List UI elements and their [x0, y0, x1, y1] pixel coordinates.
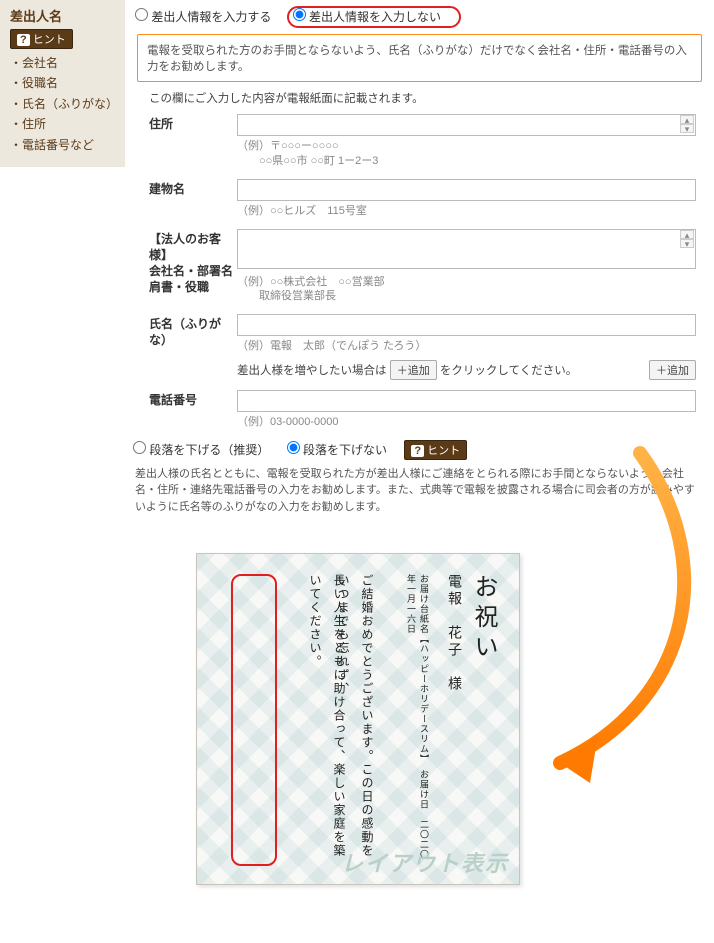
sender-area-highlight [231, 574, 277, 866]
question-icon: ? [17, 34, 30, 46]
add-instruction: 差出人様を増やしたい場合は ＋追加 をクリックしてください。 [237, 360, 577, 380]
sidebar-item: ・電話番号など [10, 135, 117, 155]
name-input[interactable] [237, 314, 696, 336]
sidebar-item: ・会社名 [10, 53, 117, 73]
example-text: （例）○○株式会社 ○○営業部 取締役営業部長 [237, 275, 696, 305]
preview-recipient: 電報 花子 様 [443, 574, 463, 864]
hint-button-sidebar[interactable]: ?ヒント [10, 29, 73, 49]
example-text: （例）電報 太郎（でんぽう たろう） [237, 339, 696, 354]
radio-sender-noinput[interactable]: 差出人情報を入力しない [293, 10, 441, 24]
sidebar-list: ・会社名 ・役職名 ・氏名（ふりがな） ・住所 ・電話番号など [10, 53, 117, 155]
label-building: 建物名 [135, 179, 237, 197]
radio-input[interactable] [133, 441, 146, 454]
add-button-inline[interactable]: ＋追加 [390, 360, 437, 380]
layout-watermark: レイアウト表示 [341, 846, 509, 878]
preview-meta: お届け台紙名【ハッピーホリデースリム】 お届け日 二〇二〇年一月一六日 [405, 574, 431, 864]
label-address: 住所 [135, 114, 237, 132]
sidebar: 差出人名 ?ヒント ・会社名 ・役職名 ・氏名（ふりがな） ・住所 ・電話番号な… [0, 0, 125, 167]
radio-input[interactable] [135, 8, 148, 21]
label-name: 氏名（ふりがな） [135, 314, 237, 348]
lead-text: この欄にご入力した内容が電報紙面に記載されます。 [149, 90, 706, 106]
question-icon: ? [411, 445, 424, 457]
hint-button-indent[interactable]: ?ヒント [404, 440, 467, 460]
sidebar-item: ・氏名（ふりがな） [10, 94, 117, 114]
sidebar-item: ・役職名 [10, 73, 117, 93]
example-text: （例）03-0000-0000 [237, 415, 696, 430]
sender-form: 住所 ▴▾ （例）〒○○○ー○○○○ ○○県○○市 ○○町 1ー2ー3 建物名 [135, 114, 706, 430]
label-company: 【法人のお客様】 会社名・部署名 肩書・役職 [135, 229, 237, 296]
radio-indent-nodown[interactable]: 段落を下げない [287, 443, 391, 457]
radio-sender-input[interactable]: 差出人情報を入力する [135, 10, 275, 24]
company-input[interactable] [237, 229, 696, 269]
radio-input[interactable] [293, 8, 306, 21]
preview-area: お祝い 電報 花子 様 お届け台紙名【ハッピーホリデースリム】 お届け日 二〇二… [0, 523, 714, 943]
footer-note: 差出人様の氏名とともに、電報を受取られた方が差出人様にご連絡をとられる際にお手間… [135, 466, 698, 516]
telegram-preview-card: お祝い 電報 花子 様 お届け台紙名【ハッピーホリデースリム】 お届け日 二〇二… [196, 553, 520, 885]
sidebar-title: 差出人名 [10, 6, 117, 25]
stepper-icon[interactable]: ▴▾ [680, 230, 694, 248]
tel-input[interactable] [237, 390, 696, 412]
label-tel: 電話番号 [135, 390, 237, 408]
sender-info-radio-group: 差出人情報を入力する 差出人情報を入力しない [135, 6, 706, 28]
stepper-icon[interactable]: ▴▾ [680, 115, 694, 133]
address-input[interactable] [237, 114, 696, 136]
preview-body-line: 長い人生をともに助け合って、楽しい家庭を築いてください。 [303, 574, 351, 864]
example-text: （例）○○ヒルズ 115号室 [237, 204, 696, 219]
radio-indent-down[interactable]: 段落を下げる（推奨） [133, 443, 273, 457]
radio-input[interactable] [287, 441, 300, 454]
add-button[interactable]: ＋追加 [649, 360, 696, 380]
sidebar-item: ・住所 [10, 114, 117, 134]
paragraph-indent-radio-group: 段落を下げる（推奨） 段落を下げない ?ヒント [133, 440, 706, 460]
building-input[interactable] [237, 179, 696, 201]
highlighted-option: 差出人情報を入力しない [287, 6, 461, 28]
example-text: （例）〒○○○ー○○○○ ○○県○○市 ○○町 1ー2ー3 [237, 139, 696, 169]
preview-title: お祝い [466, 574, 501, 864]
recommendation-note: 電報を受取られた方のお手間とならないよう、氏名（ふりがな）だけでなく会社名・住所… [137, 34, 702, 82]
